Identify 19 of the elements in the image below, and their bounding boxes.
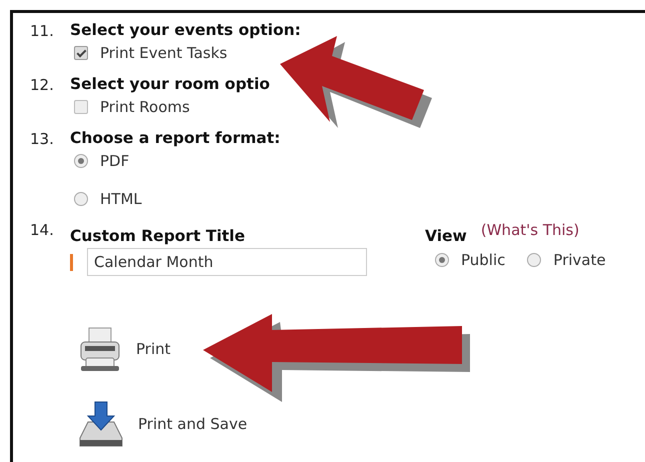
view-label: View [425, 227, 467, 245]
step-number: 14. [30, 221, 55, 241]
step-number: 12. [30, 75, 55, 96]
title-input-field[interactable]: Calendar Month [87, 248, 367, 276]
print-and-save-button[interactable]: Print and Save [78, 400, 248, 448]
print-button[interactable]: Print [78, 326, 171, 372]
option-label: Print Event Tasks [100, 44, 228, 62]
step-heading: Choose a report format: [70, 129, 280, 147]
option-label: Private [553, 251, 606, 269]
option-label: HTML [100, 190, 142, 208]
option-label: PDF [100, 152, 130, 170]
field-label: Custom Report Title [70, 227, 246, 245]
step-number: 11. [30, 21, 55, 42]
option-label: Print Rooms [100, 98, 190, 116]
step-heading: Select your room optio [70, 75, 270, 93]
help-link[interactable]: (What's This) [480, 221, 580, 239]
option-label: Public [461, 251, 506, 269]
step-number: 13. [30, 129, 55, 150]
step-heading: Select your events option: [70, 21, 301, 39]
